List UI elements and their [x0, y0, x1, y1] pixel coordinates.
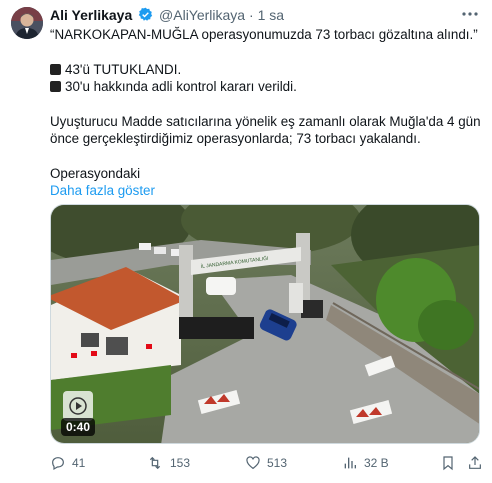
like-count: 513 [267, 456, 288, 470]
share-button[interactable] [467, 455, 489, 471]
play-icon[interactable] [63, 391, 93, 421]
bookmark-button[interactable] [440, 455, 462, 471]
separator-dot: · [249, 7, 254, 23]
author-name[interactable]: Ali Yerlikaya [50, 7, 132, 23]
bookmark-icon [443, 456, 453, 471]
tweet-line-judicial-control: 30'u hakkında adli kontrol kararı verild… [50, 78, 480, 96]
timestamp[interactable]: 1 sa [258, 7, 284, 23]
more-options-icon[interactable] [460, 7, 480, 21]
tweet-line-body-1: Uyuşturucu Madde satıcılarına yönelik eş… [50, 113, 481, 129]
reply-icon [52, 457, 64, 471]
video-frame: İL JANDARMA KOMUTANLIĞI [51, 205, 479, 443]
author-handle[interactable]: @AliYerlikaya [159, 7, 245, 23]
view-count: 32 B [364, 456, 389, 470]
tweet-actions: 41 153 513 32 B [50, 455, 482, 475]
tweet-header: Ali Yerlikaya @AliYerlikaya · 1 sa [50, 7, 284, 26]
heart-icon [246, 456, 260, 470]
retweet-count: 153 [170, 456, 191, 470]
show-more-link[interactable]: Daha fazla göster [50, 182, 480, 200]
views-button[interactable]: 32 B [342, 455, 389, 471]
reply-button[interactable]: 41 [50, 455, 85, 471]
avatar[interactable] [11, 7, 43, 39]
tweet-line-body-3: Operasyondaki [50, 165, 141, 181]
verified-badge-icon [138, 7, 153, 26]
views-icon [344, 457, 356, 469]
video-player[interactable]: İL JANDARMA KOMUTANLIĞI 0:40 [50, 204, 480, 444]
video-duration: 0:40 [61, 418, 96, 436]
black-square-icon [50, 81, 61, 92]
tweet-line-body-2: önce gerçekleştirdiğimiz operasyonlarda;… [50, 131, 421, 146]
like-button[interactable]: 513 [245, 455, 287, 471]
tweet-line-quote: “NARKOKAPAN-MUĞLA operasyonumuzda 73 tor… [50, 27, 478, 42]
reply-count: 41 [72, 456, 86, 470]
tweet-line-arrested: 43'ü TUTUKLANDI. [50, 61, 480, 79]
retweet-icon [149, 456, 161, 470]
tweet-text: “NARKOKAPAN-MUĞLA operasyonumuzda 73 tor… [50, 26, 481, 200]
retweet-button[interactable]: 153 [146, 455, 190, 471]
black-square-icon [50, 63, 61, 75]
share-icon [469, 456, 481, 469]
